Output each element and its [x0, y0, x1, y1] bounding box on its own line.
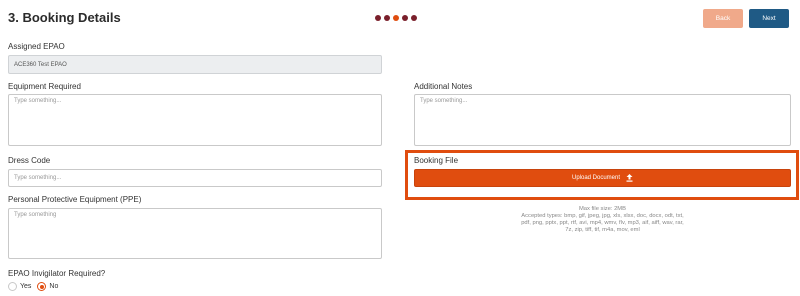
- additional-notes-label: Additional Notes: [414, 82, 473, 91]
- additional-notes-textarea[interactable]: Type something...: [414, 94, 791, 146]
- radio-yes-label: Yes: [20, 283, 32, 290]
- dress-code-input[interactable]: Type something...: [8, 169, 382, 187]
- upload-icon: [626, 174, 633, 182]
- equipment-required-textarea[interactable]: Type something...: [8, 94, 382, 146]
- accepted-types-line-3: 7z, zip, tiff, tif, m4a, mov, eml: [565, 227, 640, 233]
- equipment-required-label: Equipment Required: [8, 82, 81, 91]
- invigilator-radio-group: Yes No: [8, 282, 64, 291]
- progress-dot-2: [384, 15, 390, 21]
- radio-yes[interactable]: [8, 282, 17, 291]
- invigilator-label: EPAO Invigilator Required?: [8, 269, 106, 278]
- assigned-epao-field: ACE360 Test EPAO: [8, 55, 382, 74]
- dress-code-label: Dress Code: [8, 156, 51, 165]
- ppe-label: Personal Protective Equipment (PPE): [8, 195, 142, 204]
- progress-dot-1: [375, 15, 381, 21]
- assigned-epao-label: Assigned EPAO: [8, 42, 65, 51]
- radio-no-label: No: [49, 283, 59, 290]
- progress-dot-3: [393, 15, 399, 21]
- progress-dot-5: [411, 15, 417, 21]
- progress-dot-4: [402, 15, 408, 21]
- invigilator-option-no[interactable]: No: [37, 282, 58, 291]
- progress-indicator: [375, 15, 417, 21]
- invigilator-option-yes[interactable]: Yes: [8, 282, 31, 291]
- accepted-types-line-2: pdf, png, pptx, ppt, rtf, avi, mp4, wmv,…: [521, 220, 684, 226]
- upload-document-button[interactable]: Upload Document: [414, 169, 791, 187]
- booking-file-label: Booking File: [414, 156, 459, 165]
- max-file-size-text: Max file size: 2MB: [578, 206, 627, 212]
- next-button[interactable]: Next: [749, 9, 789, 28]
- ppe-textarea[interactable]: Type something: [8, 208, 382, 259]
- back-button[interactable]: Back: [703, 9, 743, 28]
- radio-no[interactable]: [37, 282, 47, 291]
- accepted-types-line-1: Accepted types: bmp, gif, jpeg, jpg, xls…: [521, 213, 684, 219]
- page-title: 3. Booking Details: [8, 10, 121, 25]
- upload-document-label: Upload Document: [571, 175, 621, 181]
